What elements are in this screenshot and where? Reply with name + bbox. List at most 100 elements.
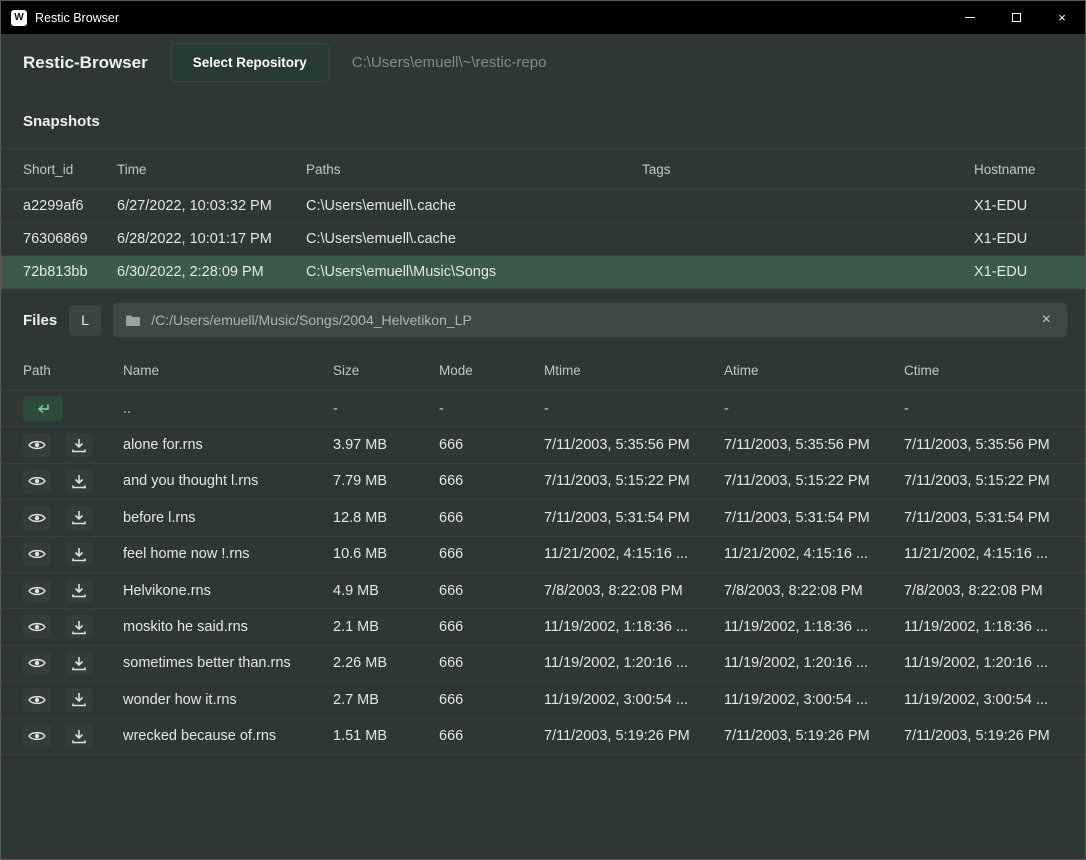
file-row[interactable]: and you thought l.rns 7.79 MB 666 7/11/2… xyxy=(1,464,1085,500)
file-name: alone for.rns xyxy=(123,437,333,453)
file-mtime: 7/11/2003, 5:31:54 PM xyxy=(544,510,724,526)
current-path-text: /C:/Users/emuell/Music/Songs/2004_Helvet… xyxy=(151,312,1027,328)
file-name: wonder how it.rns xyxy=(123,692,333,708)
preview-file-button[interactable] xyxy=(23,579,51,603)
snapshot-short-id: 76306869 xyxy=(23,231,117,247)
eye-icon xyxy=(28,620,46,634)
select-repository-button[interactable]: Select Repository xyxy=(170,43,330,82)
file-size: 2.26 MB xyxy=(333,655,439,671)
download-icon xyxy=(71,656,87,671)
snapshot-paths: C:\Users\emuell\.cache xyxy=(306,231,642,247)
file-ctime: 11/19/2002, 1:20:16 ... xyxy=(904,655,1085,671)
go-up-directory-button[interactable] xyxy=(23,396,63,421)
file-mode: 666 xyxy=(439,728,544,744)
close-button[interactable]: × xyxy=(1039,1,1085,34)
file-ctime: 7/8/2003, 8:22:08 PM xyxy=(904,583,1085,599)
preview-file-button[interactable] xyxy=(23,433,51,457)
col-short-id: Short_id xyxy=(23,162,117,177)
preview-file-button[interactable] xyxy=(23,506,51,530)
download-file-button[interactable] xyxy=(65,433,93,457)
file-size: 1.51 MB xyxy=(333,728,439,744)
download-file-button[interactable] xyxy=(65,542,93,566)
download-file-button[interactable] xyxy=(65,724,93,748)
download-file-button[interactable] xyxy=(65,651,93,675)
preview-file-button[interactable] xyxy=(23,542,51,566)
eye-icon xyxy=(28,656,46,670)
repository-path: C:\Users\emuell\~\restic-repo xyxy=(352,54,547,71)
folder-icon xyxy=(125,314,141,327)
file-atime: 7/11/2003, 5:31:54 PM xyxy=(724,510,904,526)
file-mtime: 11/21/2002, 4:15:16 ... xyxy=(544,546,724,562)
parent-directory-row[interactable]: .. - - - - - xyxy=(1,391,1085,427)
app-title: Restic-Browser xyxy=(23,53,148,73)
download-icon xyxy=(71,438,87,453)
snapshot-short-id: 72b813bb xyxy=(23,264,117,280)
file-atime: 7/11/2003, 5:15:22 PM xyxy=(724,473,904,489)
file-ctime: - xyxy=(904,401,1085,417)
download-file-button[interactable] xyxy=(65,615,93,639)
app-logo-icon: W xyxy=(11,10,27,26)
file-size: 7.79 MB xyxy=(333,473,439,489)
file-mode: 666 xyxy=(439,473,544,489)
file-mode: - xyxy=(439,401,544,417)
file-name: feel home now !.rns xyxy=(123,546,333,562)
file-atime: 7/11/2003, 5:19:26 PM xyxy=(724,728,904,744)
snapshot-row[interactable]: a2299af6 6/27/2022, 10:03:32 PM C:\Users… xyxy=(1,190,1085,223)
col-name: Name xyxy=(123,363,333,378)
preview-file-button[interactable] xyxy=(23,688,51,712)
eye-icon xyxy=(28,547,46,561)
file-row[interactable]: wonder how it.rns 2.7 MB 666 11/19/2002,… xyxy=(1,682,1085,718)
file-name: before l.rns xyxy=(123,510,333,526)
app-window: W Restic Browser × Restic-Browser Select… xyxy=(0,0,1086,860)
minimize-button[interactable] xyxy=(947,1,993,34)
preview-file-button[interactable] xyxy=(23,615,51,639)
file-row[interactable]: alone for.rns 3.97 MB 666 7/11/2003, 5:3… xyxy=(1,427,1085,463)
preview-file-button[interactable] xyxy=(23,724,51,748)
download-icon xyxy=(71,474,87,489)
download-icon xyxy=(71,729,87,744)
file-name: wrecked because of.rns xyxy=(123,728,333,744)
titlebar: W Restic Browser × xyxy=(1,1,1085,34)
file-row[interactable]: sometimes better than.rns 2.26 MB 666 11… xyxy=(1,646,1085,682)
file-row[interactable]: moskito he said.rns 2.1 MB 666 11/19/200… xyxy=(1,609,1085,645)
file-mode: 666 xyxy=(439,692,544,708)
file-ctime: 7/11/2003, 5:31:54 PM xyxy=(904,510,1085,526)
files-table: .. - - - - - alone for.rns 3.97 MB 666 7… xyxy=(1,391,1085,755)
snapshot-time: 6/27/2022, 10:03:32 PM xyxy=(117,198,306,214)
snapshot-row-selected[interactable]: 72b813bb 6/30/2022, 2:28:09 PM C:\Users\… xyxy=(1,256,1085,289)
file-size: 2.1 MB xyxy=(333,619,439,635)
clear-path-button[interactable]: × xyxy=(1038,310,1055,330)
return-arrow-icon xyxy=(35,403,51,415)
file-atime: 7/11/2003, 5:35:56 PM xyxy=(724,437,904,453)
eye-icon xyxy=(28,511,46,525)
drive-select-button[interactable]: L xyxy=(69,305,101,336)
file-row[interactable]: before l.rns 12.8 MB 666 7/11/2003, 5:31… xyxy=(1,500,1085,536)
download-file-button[interactable] xyxy=(65,506,93,530)
snapshots-table: a2299af6 6/27/2022, 10:03:32 PM C:\Users… xyxy=(1,190,1085,289)
download-icon xyxy=(71,510,87,525)
file-mode: 666 xyxy=(439,583,544,599)
preview-file-button[interactable] xyxy=(23,469,51,493)
download-file-button[interactable] xyxy=(65,469,93,493)
file-ctime: 11/21/2002, 4:15:16 ... xyxy=(904,546,1085,562)
eye-icon xyxy=(28,438,46,452)
snapshot-paths: C:\Users\emuell\Music\Songs xyxy=(306,264,642,280)
current-path-bar[interactable]: /C:/Users/emuell/Music/Songs/2004_Helvet… xyxy=(113,303,1067,337)
eye-icon xyxy=(28,729,46,743)
file-size: 2.7 MB xyxy=(333,692,439,708)
files-table-header: Path Name Size Mode Mtime Atime Ctime xyxy=(1,351,1085,391)
file-row[interactable]: feel home now !.rns 10.6 MB 666 11/21/20… xyxy=(1,537,1085,573)
download-file-button[interactable] xyxy=(65,688,93,712)
file-row[interactable]: wrecked because of.rns 1.51 MB 666 7/11/… xyxy=(1,719,1085,755)
maximize-button[interactable] xyxy=(993,1,1039,34)
preview-file-button[interactable] xyxy=(23,651,51,675)
file-mtime: 7/11/2003, 5:35:56 PM xyxy=(544,437,724,453)
download-file-button[interactable] xyxy=(65,579,93,603)
snapshot-row[interactable]: 76306869 6/28/2022, 10:01:17 PM C:\Users… xyxy=(1,223,1085,256)
file-row[interactable]: Helvikone.rns 4.9 MB 666 7/8/2003, 8:22:… xyxy=(1,573,1085,609)
col-tags: Tags xyxy=(642,162,974,177)
file-mtime: - xyxy=(544,401,724,417)
file-atime: 11/19/2002, 3:00:54 ... xyxy=(724,692,904,708)
snapshot-paths: C:\Users\emuell\.cache xyxy=(306,198,642,214)
file-name: Helvikone.rns xyxy=(123,583,333,599)
